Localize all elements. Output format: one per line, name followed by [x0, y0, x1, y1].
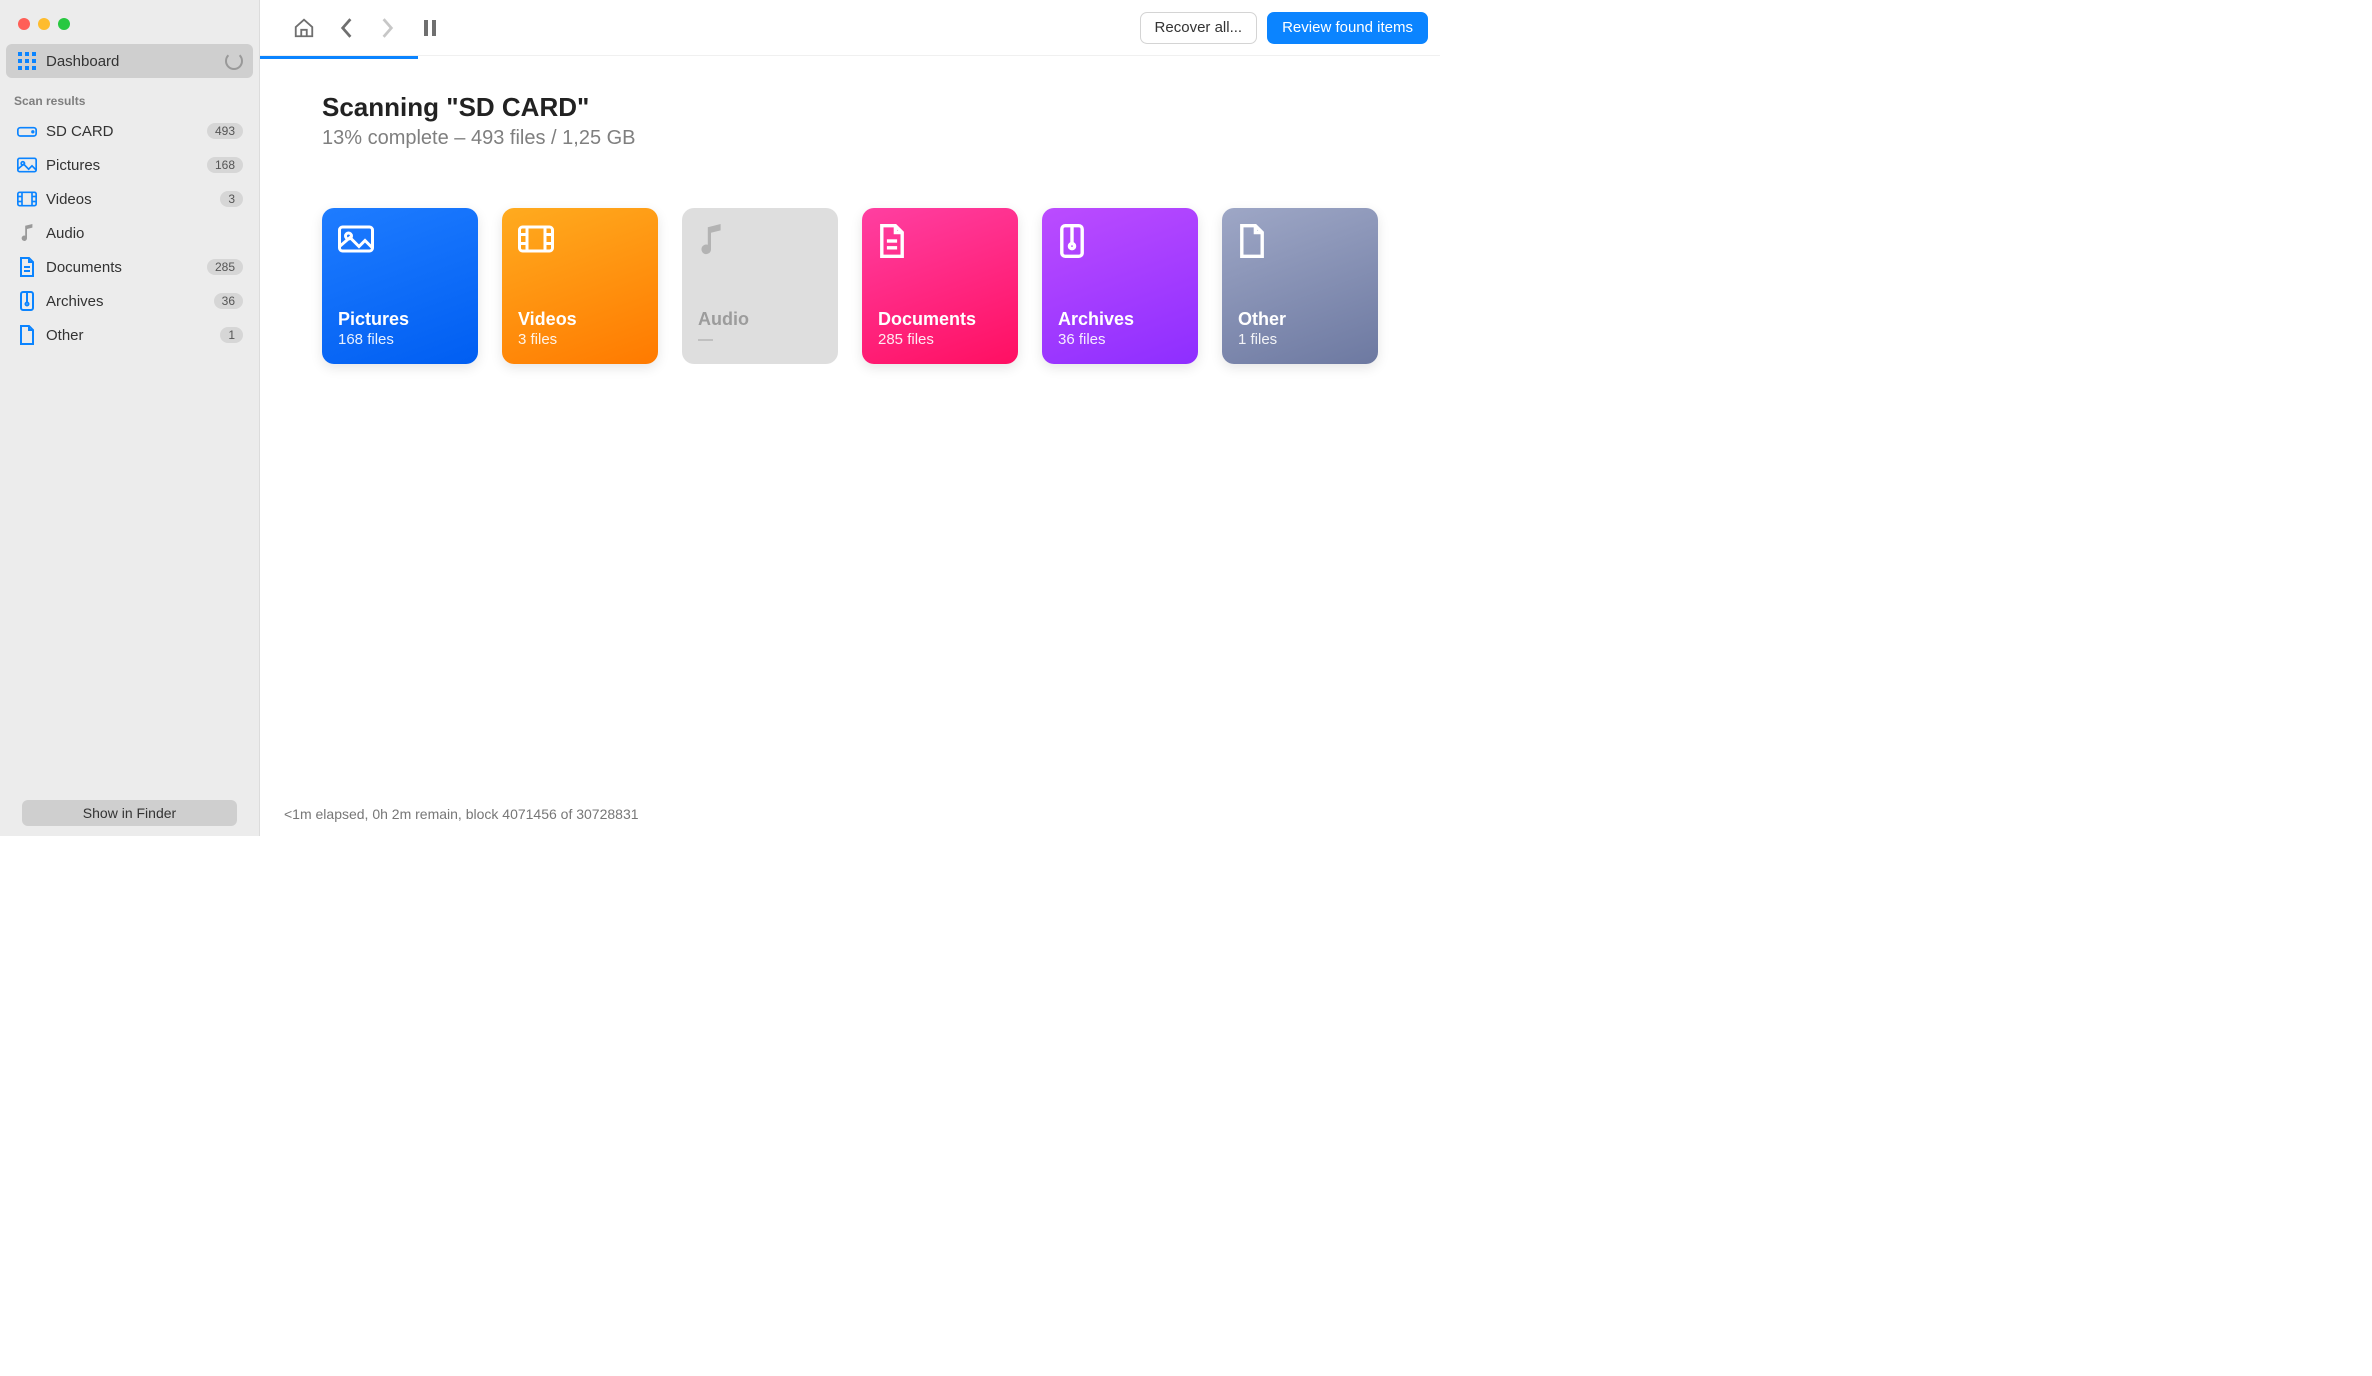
scan-status-line: <1m elapsed, 0h 2m remain, block 4071456…	[284, 806, 639, 822]
sidebar-item-label: Pictures	[46, 157, 207, 174]
video-icon	[16, 188, 38, 210]
other-file-icon	[1238, 224, 1362, 264]
recover-all-button[interactable]: Recover all...	[1140, 12, 1258, 44]
sidebar-item-audio[interactable]: Audio	[6, 216, 253, 250]
card-pictures[interactable]: Pictures 168 files	[322, 208, 478, 364]
count-badge: 36	[214, 293, 243, 309]
card-count: 285 files	[878, 331, 1002, 348]
card-count: 36 files	[1058, 331, 1182, 348]
card-title: Videos	[518, 309, 642, 330]
count-badge: 1	[220, 327, 243, 343]
card-audio[interactable]: Audio —	[682, 208, 838, 364]
sidebar-item-label: Documents	[46, 259, 207, 276]
forward-button[interactable]	[372, 12, 404, 44]
sidebar-item-archives[interactable]: Archives 36	[6, 284, 253, 318]
pause-button[interactable]	[414, 12, 446, 44]
minimize-window-button[interactable]	[38, 18, 50, 30]
video-icon	[518, 224, 642, 264]
count-badge: 493	[207, 123, 243, 139]
picture-icon	[338, 224, 462, 264]
sidebar-item-pictures[interactable]: Pictures 168	[6, 148, 253, 182]
sidebar-item-label: Other	[46, 327, 220, 344]
archive-icon	[1058, 224, 1182, 264]
review-found-items-button[interactable]: Review found items	[1267, 12, 1428, 44]
card-title: Documents	[878, 309, 1002, 330]
card-count: —	[698, 331, 822, 348]
page-title: Scanning "SD CARD"	[322, 92, 1378, 123]
music-note-icon	[698, 224, 822, 264]
sidebar-item-documents[interactable]: Documents 285	[6, 250, 253, 284]
card-title: Archives	[1058, 309, 1182, 330]
count-badge: 285	[207, 259, 243, 275]
document-icon	[878, 224, 1002, 264]
other-file-icon	[16, 324, 38, 346]
sidebar-item-dashboard[interactable]: Dashboard	[6, 44, 253, 78]
card-count: 3 files	[518, 331, 642, 348]
close-window-button[interactable]	[18, 18, 30, 30]
card-count: 1 files	[1238, 331, 1362, 348]
spinner-icon	[225, 52, 243, 70]
toolbar: Recover all... Review found items	[260, 0, 1440, 56]
card-videos[interactable]: Videos 3 files	[502, 208, 658, 364]
sidebar-item-sdcard[interactable]: SD CARD 493	[6, 114, 253, 148]
home-button[interactable]	[288, 12, 320, 44]
category-cards: Pictures 168 files Videos 3 files Audio …	[322, 208, 1378, 364]
show-in-finder-button[interactable]: Show in Finder	[22, 800, 237, 826]
zoom-window-button[interactable]	[58, 18, 70, 30]
sidebar-item-label: Archives	[46, 293, 214, 310]
sidebar-item-other[interactable]: Other 1	[6, 318, 253, 352]
count-badge: 168	[207, 157, 243, 173]
scan-progress-indicator	[260, 56, 418, 59]
card-documents[interactable]: Documents 285 files	[862, 208, 1018, 364]
document-icon	[16, 256, 38, 278]
archive-icon	[16, 290, 38, 312]
sidebar: Dashboard Scan results SD CARD 493 Pictu…	[0, 0, 260, 836]
card-count: 168 files	[338, 331, 462, 348]
drive-icon	[16, 120, 38, 142]
sidebar-item-label: Dashboard	[46, 53, 225, 70]
count-badge: 3	[220, 191, 243, 207]
window-controls	[0, 0, 259, 44]
back-button[interactable]	[330, 12, 362, 44]
sidebar-item-label: Audio	[46, 225, 243, 242]
card-other[interactable]: Other 1 files	[1222, 208, 1378, 364]
music-note-icon	[16, 222, 38, 244]
grid-icon	[16, 50, 38, 72]
page-subtitle: 13% complete – 493 files / 1,25 GB	[322, 127, 1378, 150]
card-title: Pictures	[338, 309, 462, 330]
card-archives[interactable]: Archives 36 files	[1042, 208, 1198, 364]
card-title: Other	[1238, 309, 1362, 330]
sidebar-item-label: Videos	[46, 191, 220, 208]
main-panel: Recover all... Review found items Scanni…	[260, 0, 1440, 836]
sidebar-section-header: Scan results	[0, 78, 259, 114]
picture-icon	[16, 154, 38, 176]
sidebar-item-label: SD CARD	[46, 123, 207, 140]
card-title: Audio	[698, 309, 822, 330]
sidebar-item-videos[interactable]: Videos 3	[6, 182, 253, 216]
